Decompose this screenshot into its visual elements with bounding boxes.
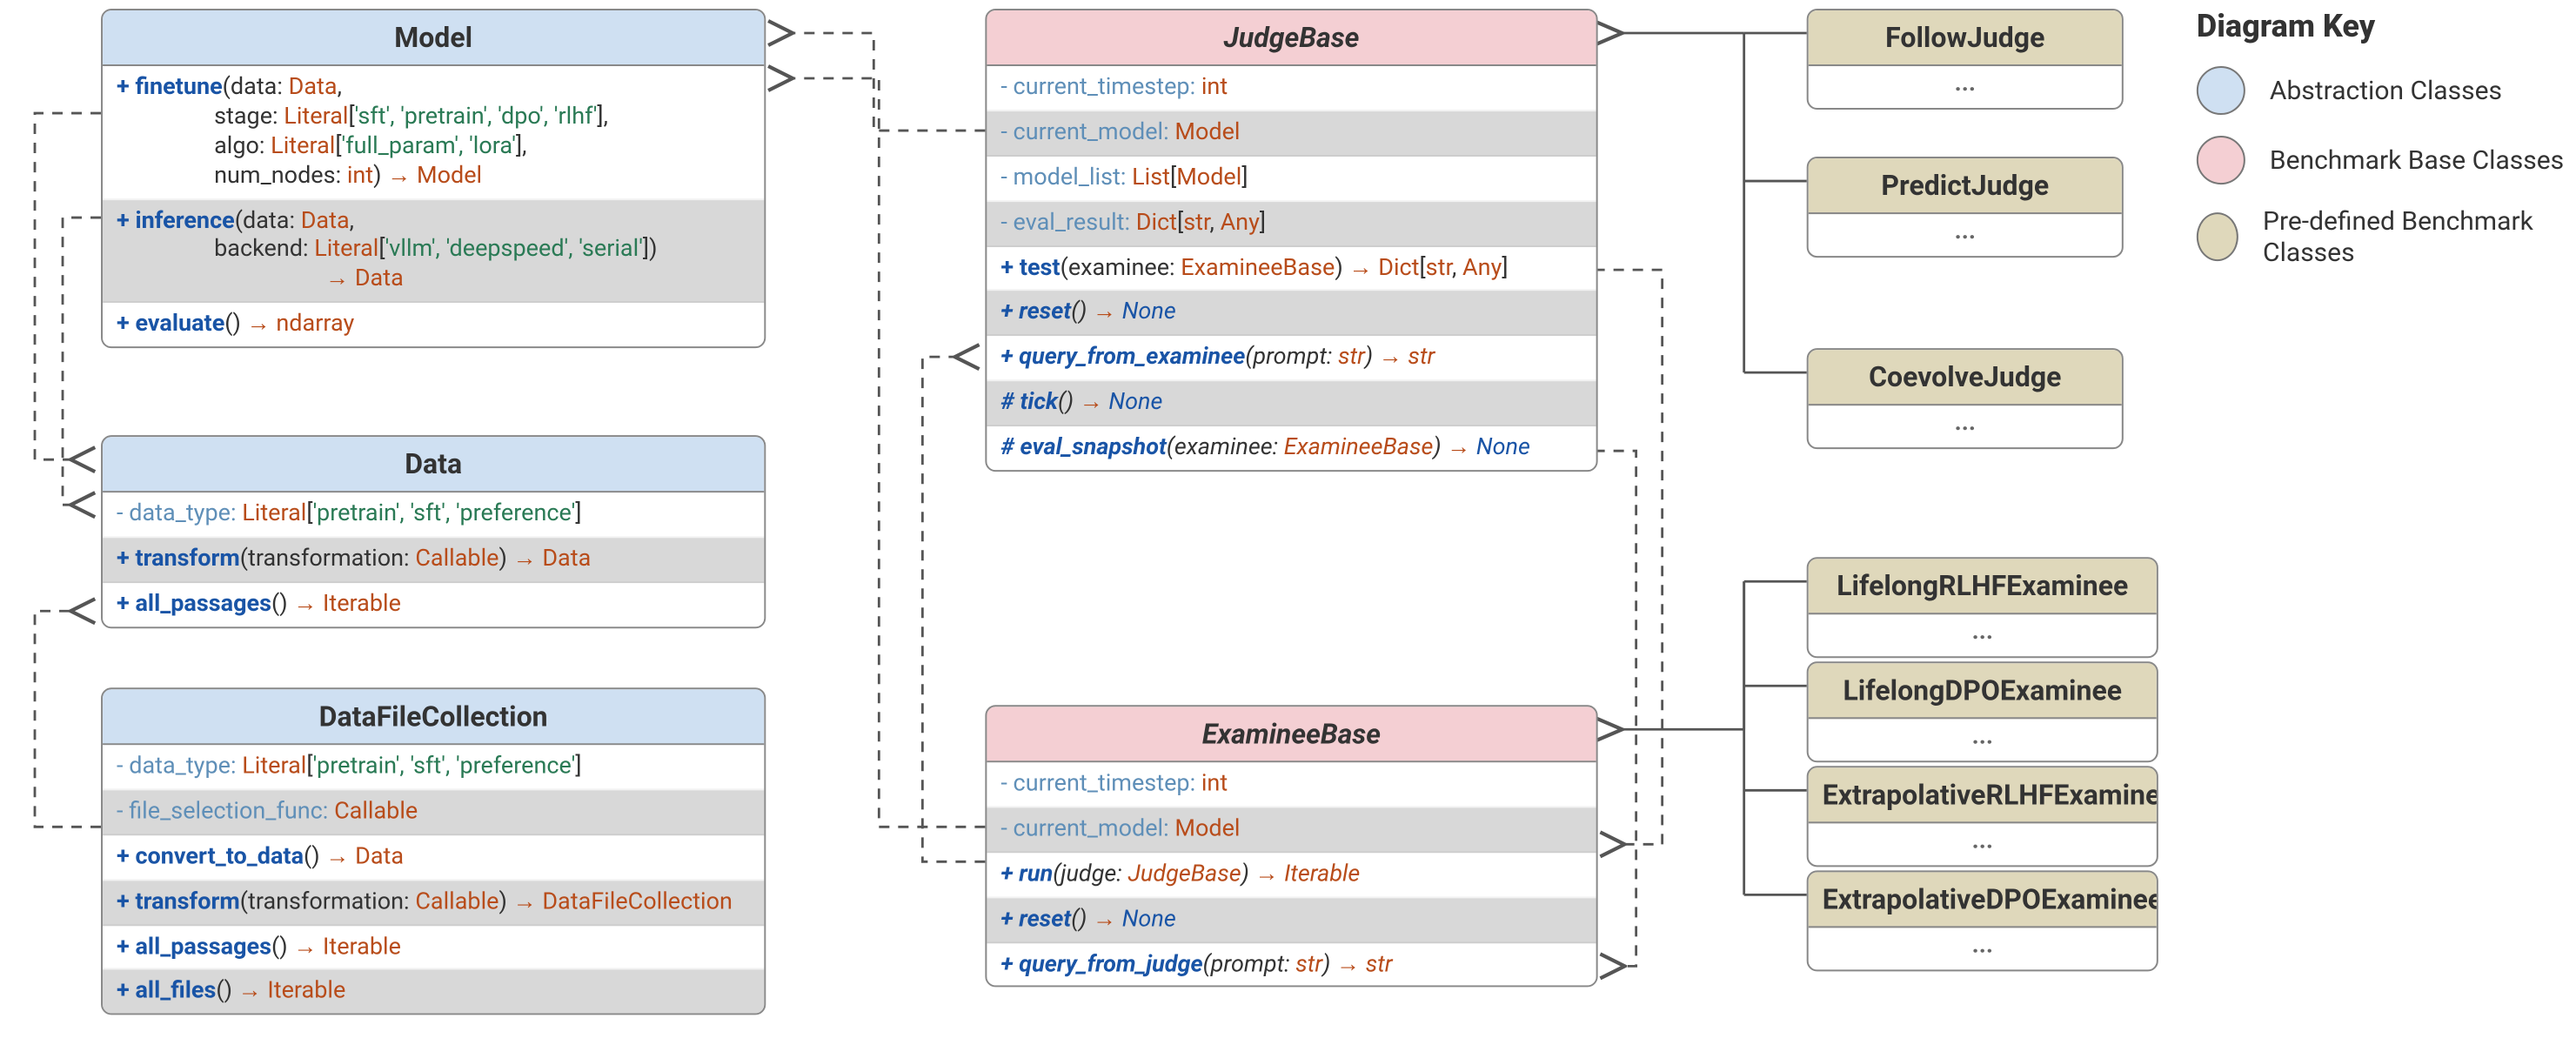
class-ellipsis: ... bbox=[1809, 66, 2122, 107]
legend-dot-blue bbox=[2197, 66, 2245, 115]
uml-canvas: Diagram Key Abstraction Classes Benchmar… bbox=[0, 0, 2576, 1044]
class-member: + all_passages() → Iterable bbox=[103, 583, 764, 626]
legend-title: Diagram Key bbox=[2197, 9, 2576, 45]
legend-item: Pre-defined Benchmark Classes bbox=[2197, 205, 2576, 268]
class-title: Data bbox=[103, 437, 764, 492]
class-member: - model_list: List[Model] bbox=[987, 157, 1596, 202]
class-title: LifelongDPOExaminee bbox=[1809, 663, 2157, 719]
class-member: + convert_to_data() → Data bbox=[103, 835, 764, 881]
class-member: + query_from_examinee(prompt: str) → str bbox=[987, 337, 1596, 382]
class-ellipsis: ... bbox=[1809, 405, 2122, 446]
class-title: PredictJudge bbox=[1809, 158, 2122, 214]
class-LifelongRLHFExaminee: LifelongRLHFExaminee... bbox=[1807, 557, 2158, 657]
class-member: - data_type: Literal['pretrain', 'sft', … bbox=[103, 745, 764, 790]
class-ExtrapolativeDPOExaminee: ExtrapolativeDPOExaminee... bbox=[1807, 870, 2158, 970]
legend-item: Abstraction Classes bbox=[2197, 66, 2576, 115]
class-member: - data_type: Literal['pretrain', 'sft', … bbox=[103, 492, 764, 538]
legend-dot-pink bbox=[2197, 136, 2245, 184]
class-member: + all_files() → Iterable bbox=[103, 970, 764, 1014]
class-member: + all_passages() → Iterable bbox=[103, 925, 764, 970]
class-JudgeBase: JudgeBase- current_timestep: int- curren… bbox=[985, 9, 1597, 472]
class-title: LifelongRLHFExaminee bbox=[1809, 559, 2157, 614]
class-ellipsis: ... bbox=[1809, 214, 2122, 255]
class-title: ExtrapolativeDPOExaminee bbox=[1809, 872, 2157, 928]
class-member: + evaluate() → ndarray bbox=[103, 303, 764, 346]
class-member: + run(judge: JudgeBase) → Iterable bbox=[987, 853, 1596, 898]
class-member: + finetune(data: Data,stage: Literal['sf… bbox=[103, 66, 764, 199]
legend-label: Benchmark Base Classes bbox=[2270, 144, 2564, 176]
class-ExtrapolativeRLHFExaminee: ExtrapolativeRLHFExaminee... bbox=[1807, 766, 2158, 866]
class-title: Model bbox=[103, 10, 764, 66]
class-member: - current_model: Model bbox=[987, 111, 1596, 157]
class-member: - current_timestep: int bbox=[987, 66, 1596, 111]
class-title: CoevolveJudge bbox=[1809, 350, 2122, 405]
class-title: ExamineeBase bbox=[987, 707, 1596, 762]
class-member: - eval_result: Dict[str, Any] bbox=[987, 201, 1596, 246]
class-member: + inference(data: Data,backend: Literal[… bbox=[103, 199, 764, 303]
class-member: + transform(transformation: Callable) → … bbox=[103, 538, 764, 583]
class-PredictJudge: PredictJudge... bbox=[1807, 157, 2124, 257]
class-FollowJudge: FollowJudge... bbox=[1807, 9, 2124, 109]
class-member: + transform(transformation: Callable) → … bbox=[103, 881, 764, 926]
class-ExamineeBase: ExamineeBase- current_timestep: int- cur… bbox=[985, 705, 1597, 988]
class-ellipsis: ... bbox=[1809, 719, 2157, 760]
legend-item: Benchmark Base Classes bbox=[2197, 136, 2576, 184]
class-member: - current_timestep: int bbox=[987, 762, 1596, 807]
class-title: DataFileCollection bbox=[103, 689, 764, 745]
class-member: # eval_snapshot(examinee: ExamineeBase) … bbox=[987, 426, 1596, 470]
class-ellipsis: ... bbox=[1809, 614, 2157, 655]
class-member: + reset() → None bbox=[987, 291, 1596, 337]
class-member: - file_selection_func: Callable bbox=[103, 790, 764, 835]
class-title: JudgeBase bbox=[987, 10, 1596, 66]
class-DataFileCollection: DataFileCollection- data_type: Literal['… bbox=[101, 687, 766, 1015]
diagram-key: Diagram Key Abstraction Classes Benchmar… bbox=[2197, 9, 2576, 289]
class-title: ExtrapolativeRLHFExaminee bbox=[1809, 767, 2157, 823]
class-member: - current_model: Model bbox=[987, 807, 1596, 853]
legend-dot-olive bbox=[2197, 212, 2238, 261]
class-member: # tick() → None bbox=[987, 381, 1596, 426]
class-Data: Data- data_type: Literal['pretrain', 'sf… bbox=[101, 435, 766, 627]
class-Model: Model+ finetune(data: Data,stage: Litera… bbox=[101, 9, 766, 348]
class-title: FollowJudge bbox=[1809, 10, 2122, 66]
class-LifelongDPOExaminee: LifelongDPOExaminee... bbox=[1807, 661, 2158, 761]
class-ellipsis: ... bbox=[1809, 928, 2157, 968]
legend-label: Pre-defined Benchmark Classes bbox=[2263, 205, 2576, 268]
class-member: + query_from_judge(prompt: str) → str bbox=[987, 942, 1596, 986]
class-member: + reset() → None bbox=[987, 898, 1596, 943]
legend-label: Abstraction Classes bbox=[2270, 75, 2502, 106]
class-ellipsis: ... bbox=[1809, 823, 2157, 864]
class-CoevolveJudge: CoevolveJudge... bbox=[1807, 348, 2124, 448]
class-member: + test(examinee: ExamineeBase) → Dict[st… bbox=[987, 246, 1596, 291]
